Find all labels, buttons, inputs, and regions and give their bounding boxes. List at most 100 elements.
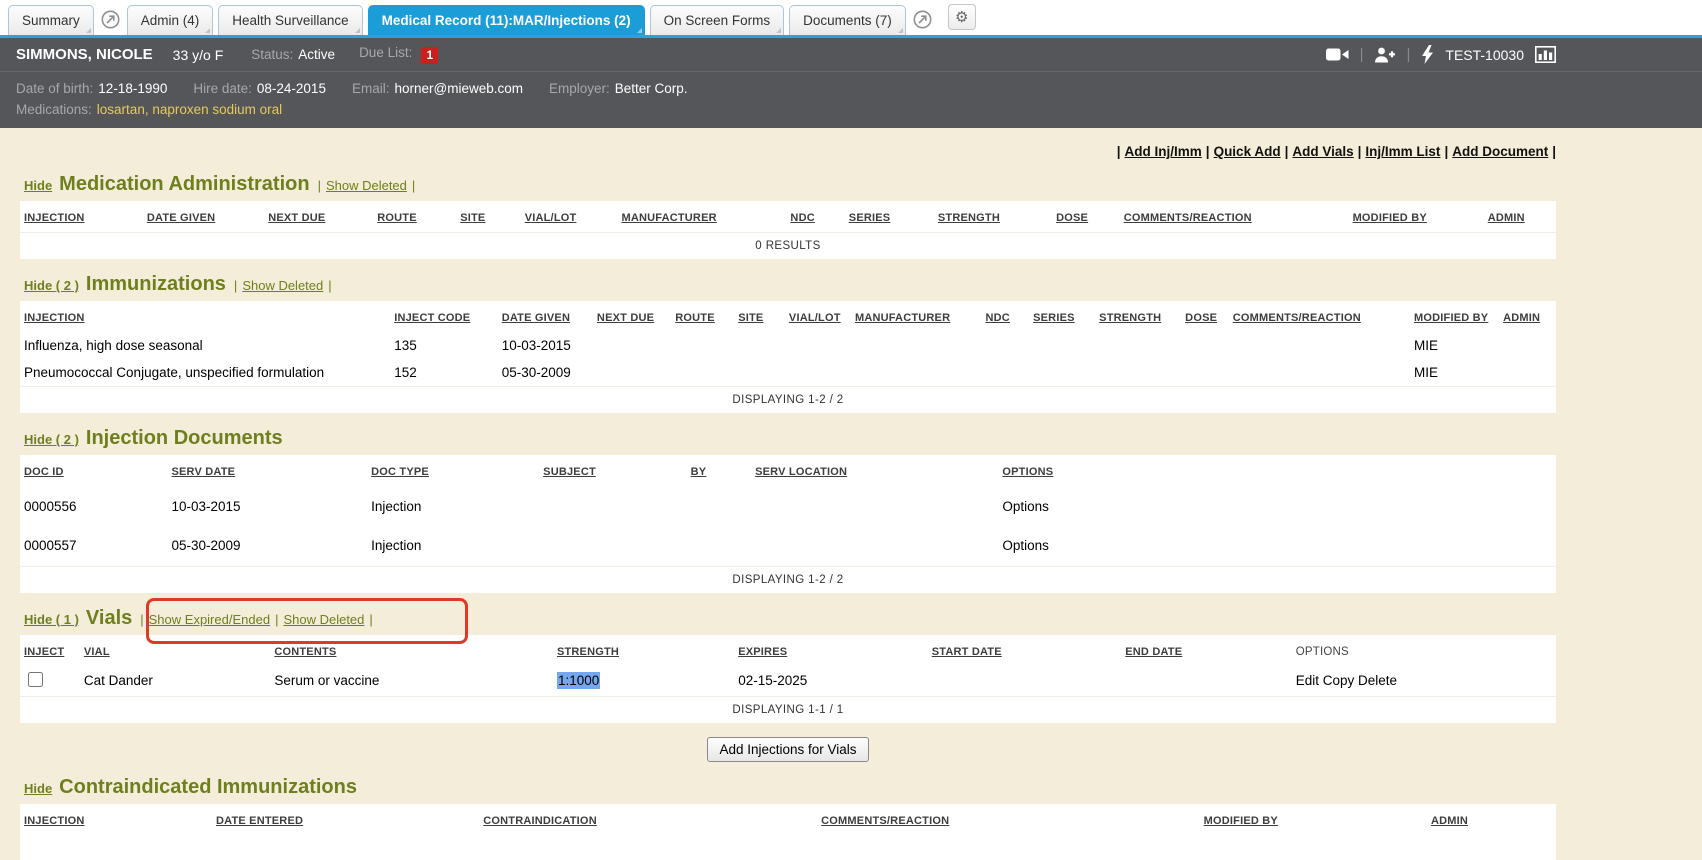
column-header-inject-code[interactable]: INJECT CODE (394, 312, 470, 324)
tab-documents[interactable]: Documents (7) (789, 5, 906, 35)
column-header-vial-lot[interactable]: VIAL/LOT (789, 312, 841, 324)
column-header-strength[interactable]: STRENGTH (938, 212, 1000, 224)
column-header-date-entered[interactable]: DATE ENTERED (216, 815, 303, 827)
tab-health-surveillance[interactable]: Health Surveillance (218, 5, 362, 35)
column-header-injection[interactable]: INJECTION (24, 212, 84, 224)
table-footer: 0 RESULTS (20, 233, 1556, 260)
column-header-options: OPTIONS (1296, 646, 1349, 658)
row-action-edit-copy-delete[interactable]: Edit Copy Delete (1296, 673, 1397, 688)
action-link-add-inj-imm[interactable]: Add Inj/Imm (1125, 144, 1202, 159)
column-header-injection[interactable]: INJECTION (24, 815, 84, 827)
column-header-route[interactable]: ROUTE (675, 312, 715, 324)
section-header-vials: Hide ( 1 ) Vials | Show Expired/Ended | … (20, 607, 1556, 633)
column-header-series[interactable]: SERIES (1033, 312, 1075, 324)
column-header-route[interactable]: ROUTE (377, 212, 417, 224)
action-link-inj-imm-list[interactable]: Inj/Imm List (1365, 144, 1440, 159)
lightning-icon[interactable] (1421, 45, 1434, 64)
column-header-inject[interactable]: INJECT (24, 646, 64, 658)
hide-link[interactable]: Hide ( 1 ) (24, 612, 79, 627)
column-header-next-due[interactable]: NEXT DUE (597, 312, 654, 324)
column-header-end-date[interactable]: END DATE (1125, 646, 1182, 658)
tab-admin[interactable]: Admin (4) (127, 5, 214, 35)
show-expired-ended-link[interactable]: Show Expired/Ended (149, 612, 270, 627)
show-deleted-link[interactable]: Show Deleted (283, 612, 364, 627)
column-header-manufacturer[interactable]: MANUFACTURER (621, 212, 716, 224)
status-field: Status:Active (251, 47, 335, 62)
column-header-doc-type[interactable]: DOC TYPE (371, 466, 429, 478)
cell (1095, 332, 1181, 359)
column-header-options[interactable]: OPTIONS (1002, 466, 1053, 478)
row-select-checkbox[interactable] (28, 672, 43, 687)
tab-on-screen-forms[interactable]: On Screen Forms (650, 5, 785, 35)
table-row: Influenza, high dose seasonal13510-03-20… (20, 332, 1556, 359)
column-header-doc-id[interactable]: DOC ID (24, 466, 64, 478)
column-header-strength[interactable]: STRENGTH (1099, 312, 1161, 324)
cell: 02-15-2025 (734, 666, 928, 697)
column-header-by[interactable]: BY (691, 466, 707, 478)
column-header-serv-date[interactable]: SERV DATE (171, 466, 235, 478)
column-header-injection[interactable]: INJECTION (24, 312, 84, 324)
column-header-start-date[interactable]: START DATE (932, 646, 1002, 658)
column-header-next-due[interactable]: NEXT DUE (268, 212, 325, 224)
action-link-add-vials[interactable]: Add Vials (1292, 144, 1353, 159)
show-deleted-link[interactable]: Show Deleted (242, 278, 323, 293)
add-person-icon[interactable] (1374, 47, 1395, 63)
column-header-vial[interactable]: VIAL (84, 646, 110, 658)
show-deleted-link[interactable]: Show Deleted (326, 178, 407, 193)
column-header-dose[interactable]: DOSE (1185, 312, 1217, 324)
section-title: Injection Documents (86, 427, 283, 450)
column-header-modified-by[interactable]: MODIFIED BY (1414, 312, 1488, 324)
hide-link[interactable]: Hide (24, 781, 52, 796)
hide-link[interactable]: Hide (24, 178, 52, 193)
column-header-manufacturer[interactable]: MANUFACTURER (855, 312, 950, 324)
column-header-site[interactable]: SITE (738, 312, 763, 324)
hide-link[interactable]: Hide ( 2 ) (24, 278, 79, 293)
medication-link-losartan[interactable]: losartan (97, 102, 145, 117)
due-list-label: Due List: (359, 45, 412, 60)
column-header-site[interactable]: SITE (460, 212, 485, 224)
action-link-add-document[interactable]: Add Document (1452, 144, 1548, 159)
add-injections-for-vials-button[interactable]: Add Injections for Vials (707, 737, 868, 762)
tab-bar: Summary Admin (4) Health Surveillance Me… (0, 0, 1702, 38)
column-header-strength[interactable]: STRENGTH (557, 646, 619, 658)
row-action-options[interactable]: Options (1002, 499, 1049, 514)
column-header-admin[interactable]: ADMIN (1503, 312, 1540, 324)
tab-medical-record[interactable]: Medical Record (11):MAR/Injections (2) (368, 5, 645, 35)
column-header-vial-lot[interactable]: VIAL/LOT (525, 212, 577, 224)
column-header-subject[interactable]: SUBJECT (543, 466, 596, 478)
settings-gear-button[interactable]: ⚙ (948, 4, 976, 30)
column-header-admin[interactable]: ADMIN (1431, 815, 1468, 827)
cell (982, 359, 1030, 387)
column-header-ndc[interactable]: NDC (986, 312, 1010, 324)
medication-link-naproxen-sodium-oral[interactable]: naproxen sodium oral (152, 102, 282, 117)
cell (687, 486, 752, 526)
tab-summary[interactable]: Summary (8, 5, 94, 35)
column-header-comments-reaction[interactable]: COMMENTS/REACTION (821, 815, 949, 827)
column-header-comments-reaction[interactable]: COMMENTS/REACTION (1124, 212, 1252, 224)
column-header-series[interactable]: SERIES (849, 212, 891, 224)
hide-link[interactable]: Hide ( 2 ) (24, 432, 79, 447)
column-header-dose[interactable]: DOSE (1056, 212, 1088, 224)
column-header-date-given[interactable]: DATE GIVEN (502, 312, 570, 324)
action-link-quick-add[interactable]: Quick Add (1214, 144, 1281, 159)
column-header-modified-by[interactable]: MODIFIED BY (1353, 212, 1427, 224)
medication-administration-table: INJECTION DATE GIVEN NEXT DUE ROUTE SITE VIAL… (20, 201, 1556, 259)
column-header-ndc[interactable]: NDC (790, 212, 814, 224)
column-header-admin[interactable]: ADMIN (1488, 212, 1525, 224)
column-header-contents[interactable]: CONTENTS (274, 646, 336, 658)
popout-icon[interactable] (101, 10, 120, 29)
row-action-options[interactable]: Options (1002, 538, 1049, 553)
video-call-icon[interactable] (1326, 47, 1349, 62)
column-header-date-given[interactable]: DATE GIVEN (147, 212, 215, 224)
column-header-contraindication[interactable]: CONTRAINDICATION (483, 815, 597, 827)
column-header-modified-by[interactable]: MODIFIED BY (1204, 815, 1278, 827)
bar-chart-icon[interactable] (1535, 46, 1556, 63)
due-list-badge[interactable]: 1 (421, 47, 438, 64)
table-footer: DISPLAYING 1-2 / 2 (20, 387, 1556, 414)
column-header-expires[interactable]: EXPIRES (738, 646, 787, 658)
column-header-comments-reaction[interactable]: COMMENTS/REACTION (1233, 312, 1361, 324)
injection-documents-table-wrap: DOC ID SERV DATE DOC TYPE SUBJECT BY SERV LOC… (20, 455, 1556, 593)
popout-icon[interactable] (913, 10, 932, 29)
column-header-serv-location[interactable]: SERV LOCATION (755, 466, 847, 478)
cell (1499, 359, 1556, 387)
